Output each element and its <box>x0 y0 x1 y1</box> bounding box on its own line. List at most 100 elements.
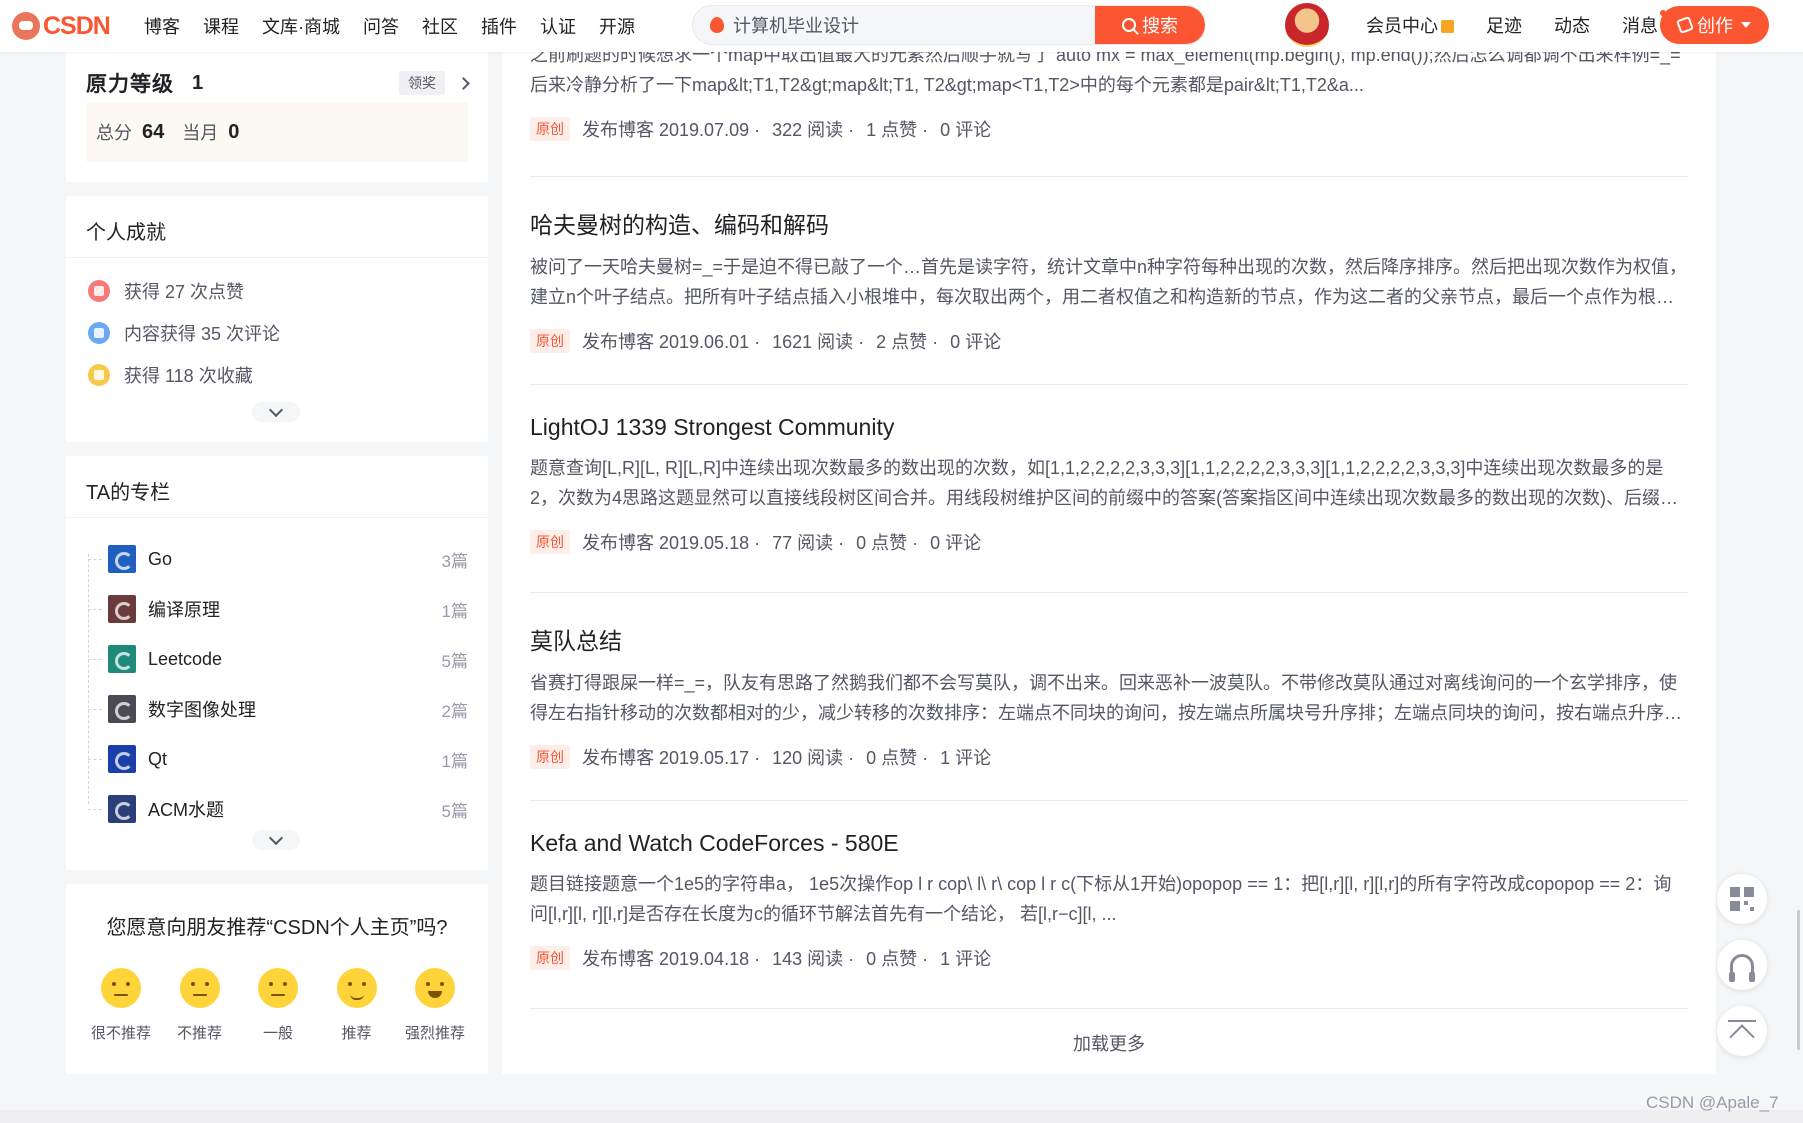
nav-opensource[interactable]: 开源 <box>599 13 635 39</box>
top-navbar: CSDN 博客 课程 文库·商城 问答 社区 插件 认证 开源 计算机毕业设计 … <box>0 0 1803 52</box>
column-name: 编译原理 <box>148 600 220 620</box>
column-item-image-processing[interactable]: 数字图像处理 2篇 <box>66 684 488 734</box>
nav-certify[interactable]: 认证 <box>540 13 576 39</box>
recommend-option-4[interactable]: 推荐 <box>326 968 388 1043</box>
original-tag: 原创 <box>530 745 570 769</box>
recommend-card: 您愿意向朋友推荐“CSDN个人主页”吗? 很不推荐 不推荐 一般 推荐 强烈推荐 <box>66 884 488 1074</box>
back-to-top-button[interactable] <box>1717 1006 1767 1056</box>
nav-library[interactable]: 文库·商城 <box>262 13 340 39</box>
logo-icon <box>12 12 40 40</box>
recommend-label: 不推荐 <box>176 1025 222 1042</box>
column-name: 数字图像处理 <box>148 700 256 720</box>
achievement-text: 获得 118 次收藏 <box>124 366 253 386</box>
article-likes: 0 点赞 · <box>856 533 919 553</box>
month-label: 当月 <box>182 123 219 143</box>
total-label: 总分 <box>96 123 132 143</box>
article-meta: 原创 发布博客 2019.06.01 · 1621 阅读 · 2 点赞 · 0 … <box>530 328 1688 354</box>
customer-service-button[interactable] <box>1717 940 1767 990</box>
divider <box>530 176 1688 177</box>
expand-columns-button[interactable] <box>252 830 300 850</box>
column-count: 3篇 <box>441 551 468 571</box>
article-title[interactable]: 哈夫曼树的构造、编码和解码 <box>530 206 1688 240</box>
csdn-logo[interactable]: CSDN <box>12 12 120 41</box>
column-item-acm[interactable]: ACM水题 5篇 <box>66 784 488 834</box>
original-tag: 原创 <box>530 530 570 554</box>
recommend-option-3[interactable]: 一般 <box>247 968 309 1043</box>
column-thumb-icon <box>108 795 136 823</box>
search-button[interactable]: 搜索 <box>1095 6 1205 44</box>
article-item[interactable]: 哈夫曼树的构造、编码和解码 被问了一天哈夫曼树=_=于是迫不得已敲了一个…首先是… <box>530 206 1688 354</box>
nav-course[interactable]: 课程 <box>203 13 239 39</box>
article-meta: 原创 发布博客 2019.05.18 · 77 阅读 · 0 点赞 · 0 评论 <box>530 529 1688 555</box>
nav-vip-center[interactable]: 会员中心 <box>1366 12 1454 38</box>
column-item-qt[interactable]: Qt 1篇 <box>66 734 488 784</box>
achievement-item: 获得 27 次点赞 <box>66 270 488 312</box>
article-reads: 1621 阅读 · <box>772 332 865 352</box>
search-input[interactable]: 计算机毕业设计 <box>733 12 1095 38</box>
back-to-top-icon <box>1728 1020 1756 1042</box>
nav-plugin[interactable]: 插件 <box>481 13 517 39</box>
article-title[interactable]: LightOJ 1339 Strongest Community <box>530 414 1688 441</box>
divider <box>530 592 1688 593</box>
level-value: 1 <box>192 71 204 94</box>
create-button[interactable]: 创作 <box>1660 6 1769 44</box>
column-item-go[interactable]: Go 3篇 <box>66 534 488 584</box>
search-button-label: 搜索 <box>1142 16 1178 36</box>
article-item[interactable]: 之前刷题的时候想求一个map中取出值最大的元素然后顺手就写了 auto mx =… <box>530 40 1688 142</box>
user-avatar[interactable] <box>1285 3 1329 47</box>
level-name: 原力等级 <box>86 73 174 96</box>
columns-list: Go 3篇 编译原理 1篇 Leetcode 5篇 数字图像处理 2篇 Qt 1篇 ACM… <box>66 518 488 834</box>
nav-blog[interactable]: 博客 <box>144 13 180 39</box>
column-name: Qt <box>148 748 168 769</box>
nav-activity[interactable]: 动态 <box>1554 12 1590 38</box>
scrollbar-thumb[interactable] <box>1797 910 1800 1050</box>
level-card: 原力等级 1 领奖 总分 64 当月 0 <box>66 52 488 182</box>
column-count: 1篇 <box>441 751 468 771</box>
award-button[interactable]: 领奖 <box>399 71 445 95</box>
article-item[interactable]: LightOJ 1339 Strongest Community 题意查询[L,… <box>530 414 1688 555</box>
vip-center-label: 会员中心 <box>1366 16 1438 36</box>
page-bottom <box>0 1110 1803 1123</box>
column-name: ACM水题 <box>148 800 224 820</box>
article-comments: 0 评论 <box>950 332 1002 352</box>
recommend-option-2[interactable]: 不推荐 <box>169 968 231 1043</box>
nav-messages[interactable]: 消息 <box>1622 10 1666 38</box>
achievements-title: 个人成就 <box>66 196 488 258</box>
nav-qa[interactable]: 问答 <box>363 13 399 39</box>
article-desc: 被问了一天哈夫曼树=_=于是迫不得已敲了一个…首先是读字符，统计文章中n种字符每… <box>530 257 1688 307</box>
month-value: 0 <box>228 120 240 143</box>
columns-title: TA的专栏 <box>66 456 488 518</box>
nav-community[interactable]: 社区 <box>422 13 458 39</box>
achievement-text: 获得 27 次点赞 <box>124 282 245 302</box>
columns-card: TA的专栏 Go 3篇 编译原理 1篇 Leetcode 5篇 数字图像处理 2篇 Qt… <box>66 456 488 870</box>
qrcode-button[interactable] <box>1717 874 1767 924</box>
article-item[interactable]: 莫队总结 省赛打得跟屎一样=_=，队友有思路了然鹅我们都不会写莫队，调不出来。回… <box>530 622 1688 770</box>
main-nav: 博客 课程 文库·商城 问答 社区 插件 认证 开源 <box>144 13 658 39</box>
article-title[interactable]: Kefa and Watch CodeForces - 580E <box>530 830 1688 857</box>
divider <box>530 384 1688 385</box>
watermark: CSDN @Apale_7 <box>1646 1093 1779 1112</box>
caret-down-icon <box>1741 22 1751 28</box>
column-item-compiler[interactable]: 编译原理 1篇 <box>66 584 488 634</box>
column-thumb-icon <box>108 595 136 623</box>
article-desc: 题目链接题意一个1e5的字符串a， 1e5次操作op l r cop\ l\ r… <box>530 874 1672 924</box>
score-box: 总分 64 当月 0 <box>86 102 468 162</box>
original-tag: 原创 <box>530 946 570 970</box>
nav-footprint[interactable]: 足迹 <box>1486 12 1522 38</box>
chevron-right-icon[interactable] <box>457 76 470 90</box>
recommend-title: 您愿意向朋友推荐“CSDN个人主页”吗? <box>106 917 448 939</box>
expand-achievements-button[interactable] <box>252 402 300 422</box>
achievement-text: 内容获得 35 次评论 <box>124 324 281 344</box>
article-meta: 原创 发布博客 2019.07.09 · 322 阅读 · 1 点赞 · 0 评… <box>530 116 1688 142</box>
article-list: 之前刷题的时候想求一个map中取出值最大的元素然后顺手就写了 auto mx =… <box>502 45 1716 1074</box>
column-item-leetcode[interactable]: Leetcode 5篇 <box>66 634 488 684</box>
achievement-item: 内容获得 35 次评论 <box>66 312 488 354</box>
load-more-button[interactable]: 加载更多 <box>502 1030 1716 1056</box>
recommend-option-5[interactable]: 强烈推荐 <box>404 968 466 1043</box>
search-icon <box>1122 18 1136 32</box>
column-thumb-icon <box>108 695 136 723</box>
article-item[interactable]: Kefa and Watch CodeForces - 580E 题目链接题意一… <box>530 830 1688 971</box>
article-reads: 143 阅读 · <box>772 949 855 969</box>
article-title[interactable]: 莫队总结 <box>530 622 1688 656</box>
recommend-option-1[interactable]: 很不推荐 <box>90 968 152 1043</box>
